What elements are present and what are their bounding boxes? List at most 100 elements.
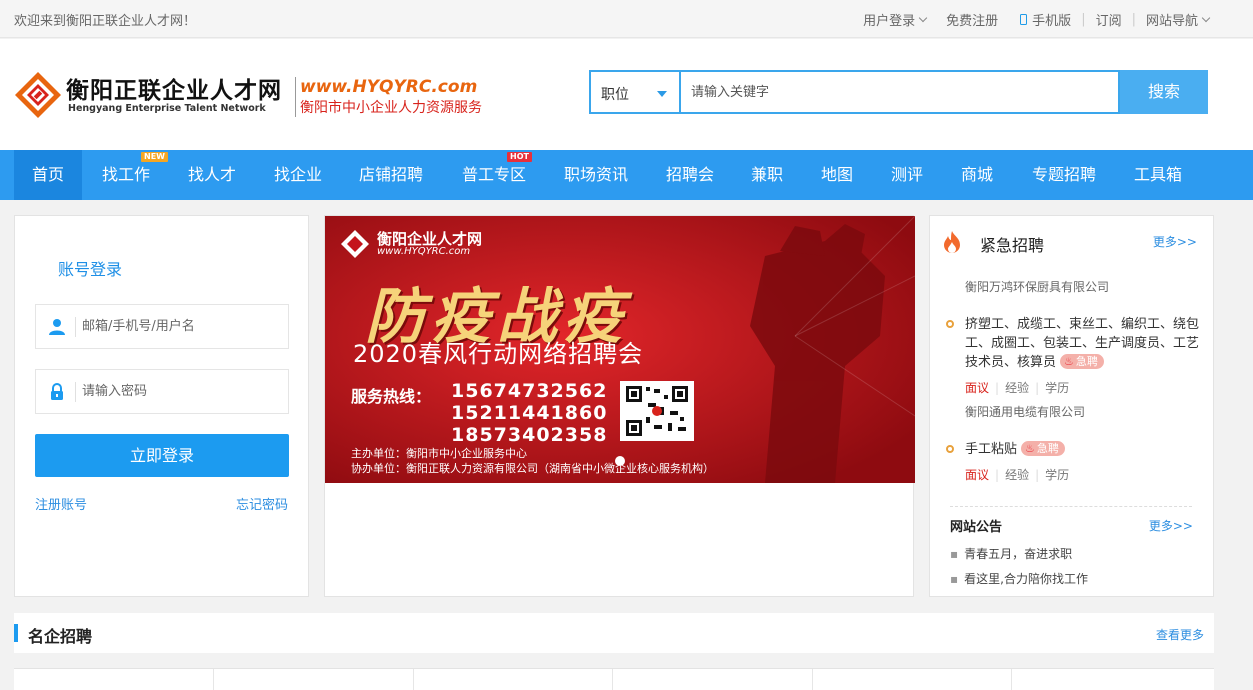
notice-item-text: 青春五月，奋进求职 <box>964 547 1073 561</box>
banner-carousel[interactable]: 衡阳企业人才网 www.HYQYRC.com 防疫战疫 2020春风行动网络招聘… <box>325 216 915 483</box>
company-name[interactable]: 衡阳万鸿环保厨具有限公司 <box>965 278 1109 295</box>
user-login-label: 用户登录 <box>863 14 916 29</box>
banner-co-host: 协办单位：衡阳正联人力资源有限公司（湖南省中小微企业核心服务机构） <box>351 462 714 475</box>
user-login-link[interactable]: 用户登录 <box>863 10 928 29</box>
mobile-link[interactable]: 手机版 <box>1020 10 1071 29</box>
mobile-label: 手机版 <box>1032 14 1072 29</box>
section-title: 名企招聘 <box>28 627 93 646</box>
nav-item-assessment[interactable]: 测评 <box>885 150 929 200</box>
free-register-link[interactable]: 免费注册 <box>946 10 998 29</box>
site-nav-link[interactable]: 网站导航 <box>1145 10 1211 29</box>
nav-item-map[interactable]: 地图 <box>815 150 859 200</box>
notice-item[interactable]: ▪ 看这里,合力陪你找工作 <box>950 570 1088 587</box>
site-logo[interactable]: 衡阳正联企业人才网 Hengyang Enterprise Talent Net… <box>14 69 300 125</box>
search-button[interactable]: 搜索 <box>1120 70 1208 114</box>
banner-host: 主办单位：衡阳市中小企业服务中心 <box>351 447 527 460</box>
nav-item-special-recruit[interactable]: 专题招聘 <box>1026 150 1102 200</box>
divider <box>950 506 1192 507</box>
urgent-title: 紧急招聘 <box>980 236 1045 255</box>
nav-item-home[interactable]: 首页 <box>14 150 82 200</box>
username-field[interactable] <box>35 304 289 349</box>
carousel-dot[interactable] <box>615 456 625 466</box>
nav-item-store-recruit[interactable]: 店铺招聘 <box>353 150 429 200</box>
password-input[interactable] <box>82 370 282 413</box>
login-title[interactable]: 账号登录 <box>58 256 122 280</box>
logo-chinese-text: 衡阳正联企业人才网 <box>66 78 282 104</box>
nav-item-label: 职场资讯 <box>563 165 628 184</box>
job-education: 学历 <box>1045 468 1070 482</box>
top-bar: 欢迎来到衡阳正联企业人才网！ 用户登录 免费注册 手机版 | 订阅 | 网站导航 <box>0 0 1253 38</box>
search-input[interactable] <box>679 70 1120 114</box>
urgent-tag: ♨ 急聘 <box>1021 441 1065 456</box>
main-nav: 首页 找工作 NEW 找人才 找企业 店铺招聘 普工专区 HOT 职场资讯 招聘会 … <box>0 150 1253 200</box>
notice-item-text: 看这里,合力陪你找工作 <box>964 572 1088 586</box>
password-field[interactable] <box>35 369 289 414</box>
nav-item-part-time[interactable]: 兼职 <box>745 150 789 200</box>
card-divider <box>612 669 613 690</box>
job-meta: 面议 | 经验 | 学历 <box>965 379 1069 396</box>
notice-item[interactable]: ▪ 青春五月，奋进求职 <box>950 545 1072 562</box>
header: 衡阳正联企业人才网 Hengyang Enterprise Talent Net… <box>0 39 1253 150</box>
job-title[interactable]: 挤塑工、成缆工、束丝工、编织工、绕包工、成圈工、包装工、生产调度员、工艺技术员、… <box>965 315 1205 372</box>
username-input[interactable] <box>82 305 282 348</box>
list-bullet <box>946 320 954 328</box>
job-title[interactable]: 手工粘贴 ♨ 急聘 <box>965 440 1205 459</box>
job-experience: 经验 <box>1005 381 1030 395</box>
divider: | <box>995 381 1000 395</box>
forgot-password-link[interactable]: 忘记密码 <box>236 494 288 513</box>
banner-logo-icon <box>341 230 369 258</box>
nav-item-job-fair[interactable]: 招聘会 <box>660 150 720 200</box>
divider: | <box>1035 381 1040 395</box>
card-divider <box>812 669 813 690</box>
nav-item-mall[interactable]: 商城 <box>955 150 999 200</box>
login-panel: 账号登录 立即登录 注册账号 忘记密码 <box>14 215 309 597</box>
top-links: 用户登录 免费注册 手机版 | 订阅 | 网站导航 <box>863 10 1211 29</box>
lock-icon <box>51 383 63 400</box>
urgent-tag-label: 急聘 <box>1075 355 1098 368</box>
hot-badge: HOT <box>507 152 532 162</box>
view-more-link[interactable]: 查看更多 <box>1156 626 1204 643</box>
new-badge: NEW <box>141 152 168 162</box>
chevron-down-icon <box>1201 13 1211 22</box>
slogan-text: 衡阳市中小企业人力资源服务 <box>300 100 482 116</box>
card-divider <box>1011 669 1012 690</box>
nav-item-label: 店铺招聘 <box>358 165 423 184</box>
company-name[interactable]: 衡阳通用电缆有限公司 <box>965 403 1085 420</box>
nav-item-label: 招聘会 <box>665 165 714 184</box>
nav-item-label: 首页 <box>31 165 64 184</box>
nav-item-find-job[interactable]: 找工作 NEW <box>96 150 168 200</box>
nav-item-label: 专题招聘 <box>1031 165 1096 184</box>
divider: | <box>1081 12 1086 27</box>
phone-icon <box>1020 14 1028 25</box>
job-meta: 面议 | 经验 | 学历 <box>965 466 1069 483</box>
urgent-more-link[interactable]: 更多>> <box>1153 233 1197 250</box>
nav-item-label: 兼职 <box>750 165 783 184</box>
site-nav-label: 网站导航 <box>1145 14 1198 29</box>
welcome-text: 欢迎来到衡阳正联企业人才网！ <box>14 14 197 29</box>
nav-item-label: 普工专区 <box>461 165 526 184</box>
banner-phone: 18573402358 <box>451 424 608 446</box>
qr-code-icon <box>620 381 694 441</box>
bullet: ▪ <box>950 547 959 561</box>
notice-more-link[interactable]: 更多>> <box>1149 517 1193 534</box>
register-link[interactable]: 注册账号 <box>35 494 87 513</box>
banner-phone: 15674732562 <box>451 380 608 402</box>
urgent-recruit-panel: 紧急招聘 更多>> 衡阳万鸿环保厨具有限公司 挤塑工、成缆工、束丝工、编织工、绕… <box>929 215 1214 597</box>
logo-english-text: Hengyang Enterprise Talent Network <box>68 103 266 114</box>
famous-company-section: 名企招聘 查看更多 <box>14 613 1214 653</box>
job-experience: 经验 <box>1005 468 1030 482</box>
nav-item-find-talent[interactable]: 找人才 <box>182 150 242 200</box>
nav-item-label: 商城 <box>960 165 993 184</box>
logo-divider <box>295 77 296 117</box>
nav-item-find-company[interactable]: 找企业 <box>268 150 328 200</box>
nav-item-label: 找企业 <box>273 165 322 184</box>
search-bar: 职位 搜索 <box>589 70 1208 114</box>
nav-item-toolbox[interactable]: 工具箱 <box>1128 150 1188 200</box>
search-type-select[interactable]: 职位 <box>589 70 679 114</box>
nav-item-career-news[interactable]: 职场资讯 <box>558 150 634 200</box>
fire-icon <box>944 231 960 253</box>
nav-item-general-workers[interactable]: 普工专区 HOT <box>456 150 532 200</box>
divider: | <box>1131 12 1136 27</box>
login-button[interactable]: 立即登录 <box>35 434 289 477</box>
subscribe-link[interactable]: 订阅 <box>1096 10 1122 29</box>
